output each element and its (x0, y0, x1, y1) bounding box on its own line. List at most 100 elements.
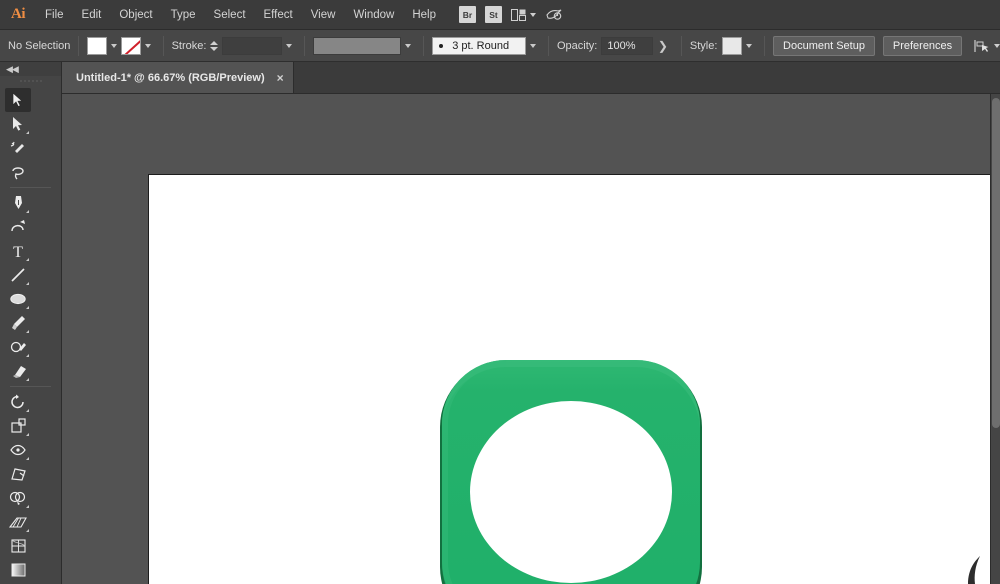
divider (423, 35, 425, 56)
stroke-weight-input[interactable] (222, 36, 282, 55)
graphic-style-swatch[interactable] (722, 36, 743, 55)
stroke-profile-swatch[interactable] (312, 36, 402, 55)
free-transform-icon (10, 468, 26, 481)
stroke-swatch[interactable] (120, 36, 141, 55)
opacity-input[interactable]: 100% (601, 36, 653, 55)
perspective-grid-tool[interactable] (5, 510, 31, 534)
menu-type[interactable]: Type (162, 0, 205, 30)
illustrator-window: Ai File Edit Object Type Select Effect V… (0, 0, 1000, 584)
collapse-panel-icon[interactable]: ◀◀ (6, 64, 19, 75)
gradient-icon (11, 563, 25, 577)
brush-definition-select[interactable]: 3 pt. Round (432, 36, 527, 55)
tool-flyout-indicator-icon (26, 210, 29, 213)
partial-shape-icon (968, 556, 980, 584)
tool-flyout-indicator-icon (26, 457, 29, 460)
mesh-tool[interactable] (5, 534, 31, 558)
tools-panel-grip[interactable] (0, 76, 61, 86)
menu-view[interactable]: View (302, 0, 345, 30)
free-transform-tool[interactable] (5, 462, 31, 486)
tools-grid: T (0, 86, 61, 584)
tool-flyout-indicator-icon (26, 529, 29, 532)
lasso-icon (11, 167, 24, 180)
brush-definition-dropdown-arrow[interactable] (526, 37, 540, 55)
stroke-weight-label: Stroke: (171, 39, 207, 52)
paintbrush-tool[interactable] (5, 311, 31, 335)
curvature-tool[interactable] (5, 215, 31, 239)
divider (78, 35, 80, 56)
menu-select[interactable]: Select (205, 0, 255, 30)
opacity-label: Opacity: (557, 39, 598, 52)
selection-tool[interactable] (5, 88, 31, 112)
divider (162, 35, 164, 56)
pen-tool[interactable] (5, 191, 31, 215)
graphic-style-dropdown-arrow[interactable] (742, 37, 756, 55)
control-bar: No Selection Stroke: 3 pt. Round Opacity… (0, 30, 1000, 62)
canvas-area[interactable] (62, 94, 1000, 584)
magic-wand-tool[interactable] (5, 136, 31, 160)
stroke-dropdown-arrow[interactable] (141, 37, 155, 55)
perspective-grid-icon (9, 517, 27, 528)
chevron-down-icon (285, 43, 292, 48)
menu-object[interactable]: Object (110, 0, 161, 30)
curvature-pen-icon (10, 220, 25, 232)
tool-flyout-indicator-icon (26, 330, 29, 333)
width-tool[interactable] (5, 438, 31, 462)
search-adobe-stock-button[interactable] (545, 8, 563, 22)
divider (303, 35, 305, 56)
fill-swatch[interactable] (87, 36, 108, 55)
document-setup-button[interactable]: Document Setup (773, 35, 875, 56)
magic-wand-icon (10, 141, 24, 153)
gradient-tool[interactable] (5, 558, 31, 582)
type-T-icon: T (13, 244, 23, 259)
stroke-profile-dropdown-arrow[interactable] (401, 37, 415, 55)
stock-button[interactable]: St (485, 6, 502, 23)
direct-selection-tool[interactable] (5, 112, 31, 136)
vertical-scrollbar[interactable] (990, 94, 1000, 584)
eraser-tool[interactable] (5, 359, 31, 383)
tools-panel: ◀◀ T (0, 62, 62, 584)
type-tool[interactable]: T (5, 239, 31, 263)
menu-edit[interactable]: Edit (73, 0, 111, 30)
chevron-down-icon (746, 43, 753, 48)
width-icon (10, 444, 26, 456)
lasso-tool[interactable] (5, 160, 31, 184)
menubar-tools: Br St (459, 6, 563, 23)
tool-flyout-indicator-icon (26, 354, 29, 357)
tool-flyout-indicator-icon (26, 258, 29, 261)
brush-dot-icon (439, 43, 444, 48)
scrollbar-thumb[interactable] (992, 98, 1000, 428)
close-icon[interactable]: × (277, 72, 284, 84)
svg-text:T: T (13, 244, 23, 259)
artboard[interactable] (148, 174, 994, 584)
selection-status: No Selection (8, 39, 71, 52)
brush-definition-value: 3 pt. Round (452, 39, 510, 52)
menu-window[interactable]: Window (344, 0, 403, 30)
menu-help[interactable]: Help (403, 0, 445, 30)
fill-dropdown-arrow[interactable] (107, 37, 121, 55)
menu-file[interactable]: File (36, 0, 73, 30)
align-to-button[interactable] (974, 39, 1000, 53)
stroke-weight-stepper[interactable] (209, 37, 219, 55)
arrange-documents-button[interactable] (511, 8, 536, 21)
line-segment-tool[interactable] (5, 263, 31, 287)
tool-flyout-indicator-icon (26, 409, 29, 412)
menu-effect[interactable]: Effect (255, 0, 302, 30)
selection-arrow-icon (12, 92, 23, 108)
tools-panel-header[interactable]: ◀◀ (0, 62, 61, 76)
shaper-tool[interactable] (5, 335, 31, 359)
stepper-up-icon (210, 40, 219, 45)
bridge-button[interactable]: Br (459, 6, 476, 23)
rotate-tool[interactable] (5, 390, 31, 414)
divider (10, 187, 51, 188)
shape-builder-tool[interactable] (5, 486, 31, 510)
stroke-weight-dropdown-arrow[interactable] (282, 37, 296, 55)
scale-icon (10, 418, 26, 433)
scale-tool[interactable] (5, 414, 31, 438)
ellipse-tool[interactable] (5, 287, 31, 311)
artwork-container[interactable] (437, 355, 717, 584)
opacity-more-options-button[interactable]: ❯ (653, 39, 673, 53)
document-tab[interactable]: Untitled-1* @ 66.67% (RGB/Preview) × (62, 62, 294, 93)
style-label: Style: (689, 39, 718, 52)
chevron-down-icon (530, 43, 537, 48)
preferences-button[interactable]: Preferences (882, 35, 963, 56)
